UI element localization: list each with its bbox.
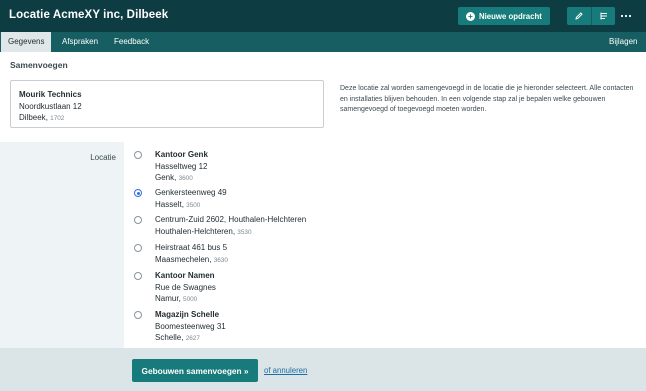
form-footer: Gebouwen samenvoegen » of annuleren bbox=[0, 348, 646, 391]
pencil-icon bbox=[575, 12, 583, 20]
merge-info-text: Deze locatie zal worden samengevoegd in … bbox=[340, 85, 634, 113]
option-city: Maasmechelen bbox=[155, 254, 210, 264]
source-location-card: Mourik Technics Noordkustlaan 12 Dilbeek… bbox=[10, 80, 324, 128]
list-button[interactable] bbox=[591, 7, 615, 25]
option-street: Centrum-Zuid 2602, Houthalen-Helchteren bbox=[155, 215, 307, 224]
source-zip: 1702 bbox=[50, 115, 65, 122]
new-assignment-label: Nieuwe opdracht bbox=[479, 11, 542, 21]
location-radio[interactable] bbox=[134, 216, 142, 224]
option-city-line: Hasselt, 3500 bbox=[155, 199, 201, 209]
option-zip: 5000 bbox=[183, 296, 198, 303]
option-street: Rue de Swagnes bbox=[155, 282, 216, 292]
source-city-line: Dilbeek, 1702 bbox=[19, 113, 65, 122]
option-city: Houthalen-Helchteren bbox=[155, 226, 233, 236]
option-name: Kantoor Namen bbox=[155, 271, 215, 280]
option-city-line: Genk, 3600 bbox=[155, 173, 193, 182]
location-radio[interactable] bbox=[134, 151, 142, 159]
source-street: Noordkustlaan 12 bbox=[19, 101, 82, 111]
option-city: Hasselt bbox=[155, 199, 182, 209]
new-assignment-button[interactable]: + Nieuwe opdracht bbox=[458, 7, 550, 25]
option-city-line: Maasmechelen, 3630 bbox=[155, 254, 228, 264]
option-street: Heirstraat 461 bus 5 bbox=[155, 243, 228, 252]
location-radio[interactable] bbox=[134, 189, 142, 197]
page-title: Locatie AcmeXY inc, Dilbeek bbox=[9, 9, 169, 21]
option-zip: 3630 bbox=[213, 256, 228, 264]
merge-buildings-button[interactable]: Gebouwen samenvoegen » bbox=[132, 359, 258, 382]
list-icon bbox=[600, 12, 607, 20]
option-zip: 3500 bbox=[186, 201, 201, 209]
option-city: Schelle bbox=[155, 333, 182, 342]
option-street: Genkersteenweg 49 bbox=[155, 188, 227, 197]
option-city-line: Houthalen-Helchteren, 3530 bbox=[155, 226, 252, 236]
option-name: Kantoor Genk bbox=[155, 150, 208, 159]
top-header: Locatie AcmeXY inc, Dilbeek + Nieuwe opd… bbox=[0, 0, 646, 32]
source-city: Dilbeek bbox=[19, 113, 46, 122]
location-radio[interactable] bbox=[134, 311, 142, 319]
option-city-line: Namur, 5000 bbox=[155, 294, 198, 303]
source-name: Mourik Technics bbox=[19, 90, 82, 99]
location-radio[interactable] bbox=[134, 272, 142, 280]
header-icon-group bbox=[567, 7, 615, 25]
location-field-label: Locatie bbox=[90, 153, 116, 162]
tab-bar: Gegevens Afspraken Feedback Bijlagen bbox=[0, 32, 646, 52]
option-city: Genk bbox=[155, 173, 175, 182]
option-zip: 2627 bbox=[185, 335, 200, 342]
tab-bijlagen[interactable]: Bijlagen bbox=[602, 32, 644, 52]
option-zip: 3600 bbox=[178, 175, 193, 182]
tab-feedback[interactable]: Feedback bbox=[107, 32, 156, 52]
more-options-button[interactable] bbox=[619, 9, 633, 23]
more-dots-icon bbox=[620, 14, 632, 18]
location-radio[interactable] bbox=[134, 244, 142, 252]
option-city-line: Schelle, 2627 bbox=[155, 333, 200, 342]
cancel-link[interactable]: of annuleren bbox=[264, 366, 307, 375]
option-street: Boomesteenweg 31 bbox=[155, 321, 226, 331]
tab-gegevens[interactable]: Gegevens bbox=[1, 32, 52, 52]
plus-circle-icon: + bbox=[466, 11, 475, 21]
option-city: Namur bbox=[155, 294, 179, 303]
option-zip: 3530 bbox=[237, 228, 252, 236]
tab-afspraken[interactable]: Afspraken bbox=[55, 32, 105, 52]
option-name: Magazijn Schelle bbox=[155, 310, 220, 319]
section-title: Samenvoegen bbox=[10, 60, 68, 70]
edit-button[interactable] bbox=[567, 7, 591, 25]
option-street: Hasseltweg 12 bbox=[155, 161, 208, 171]
field-label-column: Locatie bbox=[0, 142, 124, 348]
